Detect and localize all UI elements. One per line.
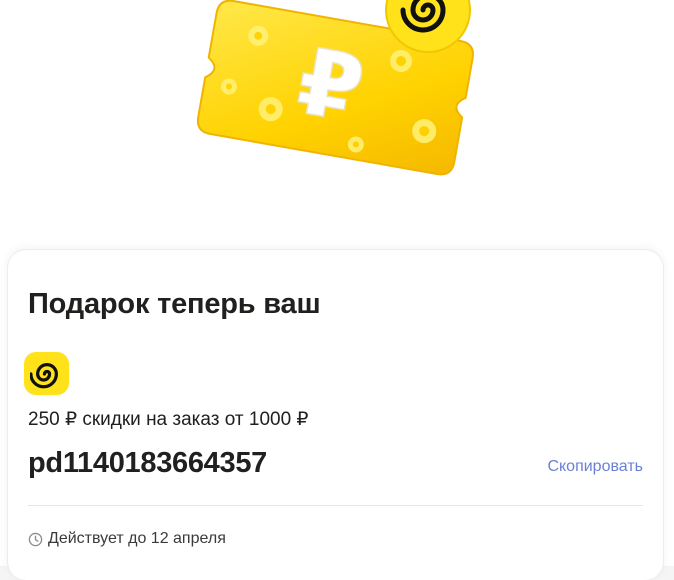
card-title: Подарок теперь ваш xyxy=(28,288,321,320)
validity-row: Действует до 12 апреля xyxy=(28,530,226,548)
spiral-logo-icon-glyph xyxy=(29,362,58,388)
spiral-logo-icon xyxy=(24,352,69,395)
gift-card: Подарок теперь ваш 250 ₽ скидки на заказ… xyxy=(8,250,663,580)
discount-description: 250 ₽ скидки на заказ от 1000 ₽ xyxy=(28,409,309,430)
copy-button[interactable]: Скопировать xyxy=(547,458,643,476)
promo-code: pd1140183664357 xyxy=(28,447,267,479)
ruble-gift-ticket-icon: ₽ xyxy=(196,0,474,176)
validity-text: Действует до 12 апреля xyxy=(48,530,226,547)
divider xyxy=(28,505,643,506)
clock-icon xyxy=(28,532,43,546)
